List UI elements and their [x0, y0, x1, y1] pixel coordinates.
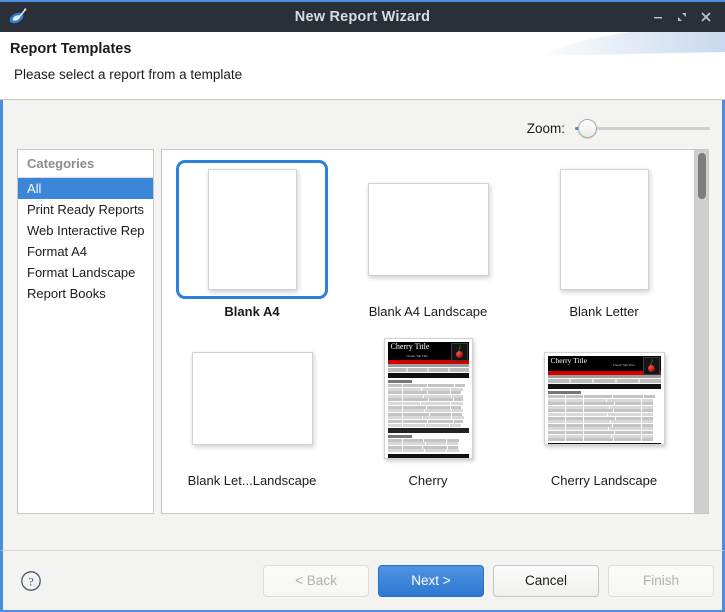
- cherry-preview-date-line: [547, 375, 661, 378]
- help-icon[interactable]: ?: [19, 569, 43, 593]
- page-title: Report Templates: [10, 41, 132, 57]
- zoom-control: Zoom:: [527, 118, 710, 138]
- category-item-format-a4[interactable]: Format A4: [18, 241, 153, 262]
- svg-text:?: ?: [28, 574, 33, 588]
- cherry-preview-subtitle: Classic Sub Title: [612, 363, 635, 367]
- header-swoosh-decoration: [535, 32, 725, 72]
- page-preview-portrait: [559, 169, 649, 290]
- template-selection-frame: [176, 329, 328, 468]
- cherry-preview-footer-bar: [387, 454, 469, 458]
- cherry-preview-group-label-2: [387, 434, 412, 438]
- page-subtitle: Please select a report from a template: [14, 67, 243, 82]
- window-controls: [647, 6, 725, 28]
- window-title: New Report Wizard: [294, 9, 431, 25]
- template-label: Blank Letter: [569, 304, 639, 319]
- back-button[interactable]: < Back: [263, 564, 369, 597]
- cherry-preview-date-line: [387, 364, 469, 367]
- page-preview-landscape: [367, 183, 489, 276]
- cherry-preview-rows: [547, 395, 661, 442]
- page-preview-cherry-landscape: Cherry Title Classic Sub Title: [543, 352, 665, 445]
- cherry-preview-rows: [387, 384, 469, 427]
- template-selection-frame: [528, 160, 680, 299]
- cherry-preview-group-label: [387, 380, 412, 383]
- template-item-cherry-landscape[interactable]: Cherry Title Classic Sub Title Cherry La…: [516, 325, 692, 494]
- templates-vertical-scrollbar[interactable]: [694, 150, 708, 513]
- category-item-print-ready-reports[interactable]: Print Ready Reports: [18, 199, 153, 220]
- wizard-app-icon: [0, 2, 34, 32]
- cherry-preview-section-bar-2: [387, 427, 469, 433]
- cherry-preview-section-bar: [547, 384, 661, 389]
- wizard-header: Report Templates Please select a report …: [0, 32, 725, 100]
- cherry-preview-rows-2: [387, 438, 469, 453]
- zoom-label: Zoom:: [526, 120, 565, 136]
- templates-grid: Blank A4 Blank A4 Landscape Blank Letter…: [162, 150, 694, 494]
- cherry-fruit-icon: [642, 357, 660, 375]
- templates-scroll-area: Blank A4 Blank A4 Landscape Blank Letter…: [162, 150, 694, 513]
- template-label: Blank Let...Landscape: [187, 473, 317, 488]
- category-item-report-books[interactable]: Report Books: [18, 283, 153, 304]
- close-icon[interactable]: [695, 6, 717, 28]
- page-preview-cherry: Cherry Title Classic Sub Title: [383, 338, 473, 459]
- template-item-blank-a4-landscape[interactable]: Blank A4 Landscape: [340, 156, 516, 325]
- cherry-preview-header: Cherry Title Classic Sub Title: [547, 356, 661, 375]
- category-item-all[interactable]: All: [18, 178, 153, 199]
- template-label: Cherry Landscape: [550, 473, 658, 488]
- cherry-preview-title: Cherry Title: [550, 356, 587, 365]
- template-item-blank-letter-landscape[interactable]: Blank Let...Landscape: [164, 325, 340, 494]
- categories-panel: Categories All Print Ready Reports Web I…: [17, 149, 154, 514]
- next-button[interactable]: Next >: [378, 564, 484, 597]
- template-label: Blank A4: [224, 304, 280, 319]
- page-preview-landscape: [191, 352, 313, 445]
- template-selection-frame: Cherry Title Classic Sub Title: [528, 329, 680, 468]
- categories-header: Categories: [18, 150, 153, 178]
- scrollbar-thumb[interactable]: [698, 153, 706, 199]
- template-selection-frame: [176, 160, 328, 299]
- finish-button[interactable]: Finish: [608, 564, 714, 597]
- minimize-icon[interactable]: [647, 6, 669, 28]
- cherry-preview-header: Cherry Title Classic Sub Title: [387, 342, 469, 361]
- zoom-slider[interactable]: [575, 118, 710, 138]
- title-bar: New Report Wizard: [0, 0, 725, 32]
- category-item-format-landscape[interactable]: Format Landscape: [18, 262, 153, 283]
- template-selection-frame: Cherry Title Classic Sub Title: [352, 329, 504, 468]
- page-preview-portrait: [207, 169, 297, 290]
- new-report-wizard-window: New Report Wizard Report Templates Pleas…: [0, 0, 725, 612]
- cherry-preview-subtitle: Classic Sub Title: [406, 354, 428, 358]
- template-item-cherry[interactable]: Cherry Title Classic Sub Title Cherry: [340, 325, 516, 494]
- cherry-preview-group-label: [547, 391, 582, 394]
- cherry-landscape-preview-content: Cherry Title Classic Sub Title: [544, 353, 664, 444]
- zoom-slider-thumb[interactable]: [578, 119, 597, 138]
- cherry-preview-content: Cherry Title Classic Sub Title: [384, 339, 472, 458]
- template-label: Blank A4 Landscape: [368, 304, 488, 319]
- cherry-preview-section-bar: [387, 373, 469, 378]
- cherry-fruit-icon: [450, 343, 468, 361]
- template-selection-frame: [352, 160, 504, 299]
- wizard-footer: ? < Back Next > Cancel Finish: [0, 550, 725, 612]
- cherry-preview-footer-bar: [547, 443, 661, 444]
- cancel-button[interactable]: Cancel: [493, 564, 599, 597]
- maximize-icon[interactable]: [671, 6, 693, 28]
- template-item-blank-a4[interactable]: Blank A4: [164, 156, 340, 325]
- templates-panel: Blank A4 Blank A4 Landscape Blank Letter…: [161, 149, 709, 514]
- selection-panels: Categories All Print Ready Reports Web I…: [17, 149, 709, 514]
- category-item-web-interactive-reports[interactable]: Web Interactive Rep: [18, 220, 153, 241]
- cherry-preview-column-headers: [387, 368, 469, 372]
- wizard-body: Zoom: Categories All Print Ready Reports…: [0, 100, 725, 550]
- template-label: Cherry: [408, 473, 448, 488]
- template-item-blank-letter[interactable]: Blank Letter: [516, 156, 692, 325]
- wizard-button-row: < Back Next > Cancel Finish: [263, 564, 722, 597]
- cherry-preview-column-headers: [547, 379, 661, 383]
